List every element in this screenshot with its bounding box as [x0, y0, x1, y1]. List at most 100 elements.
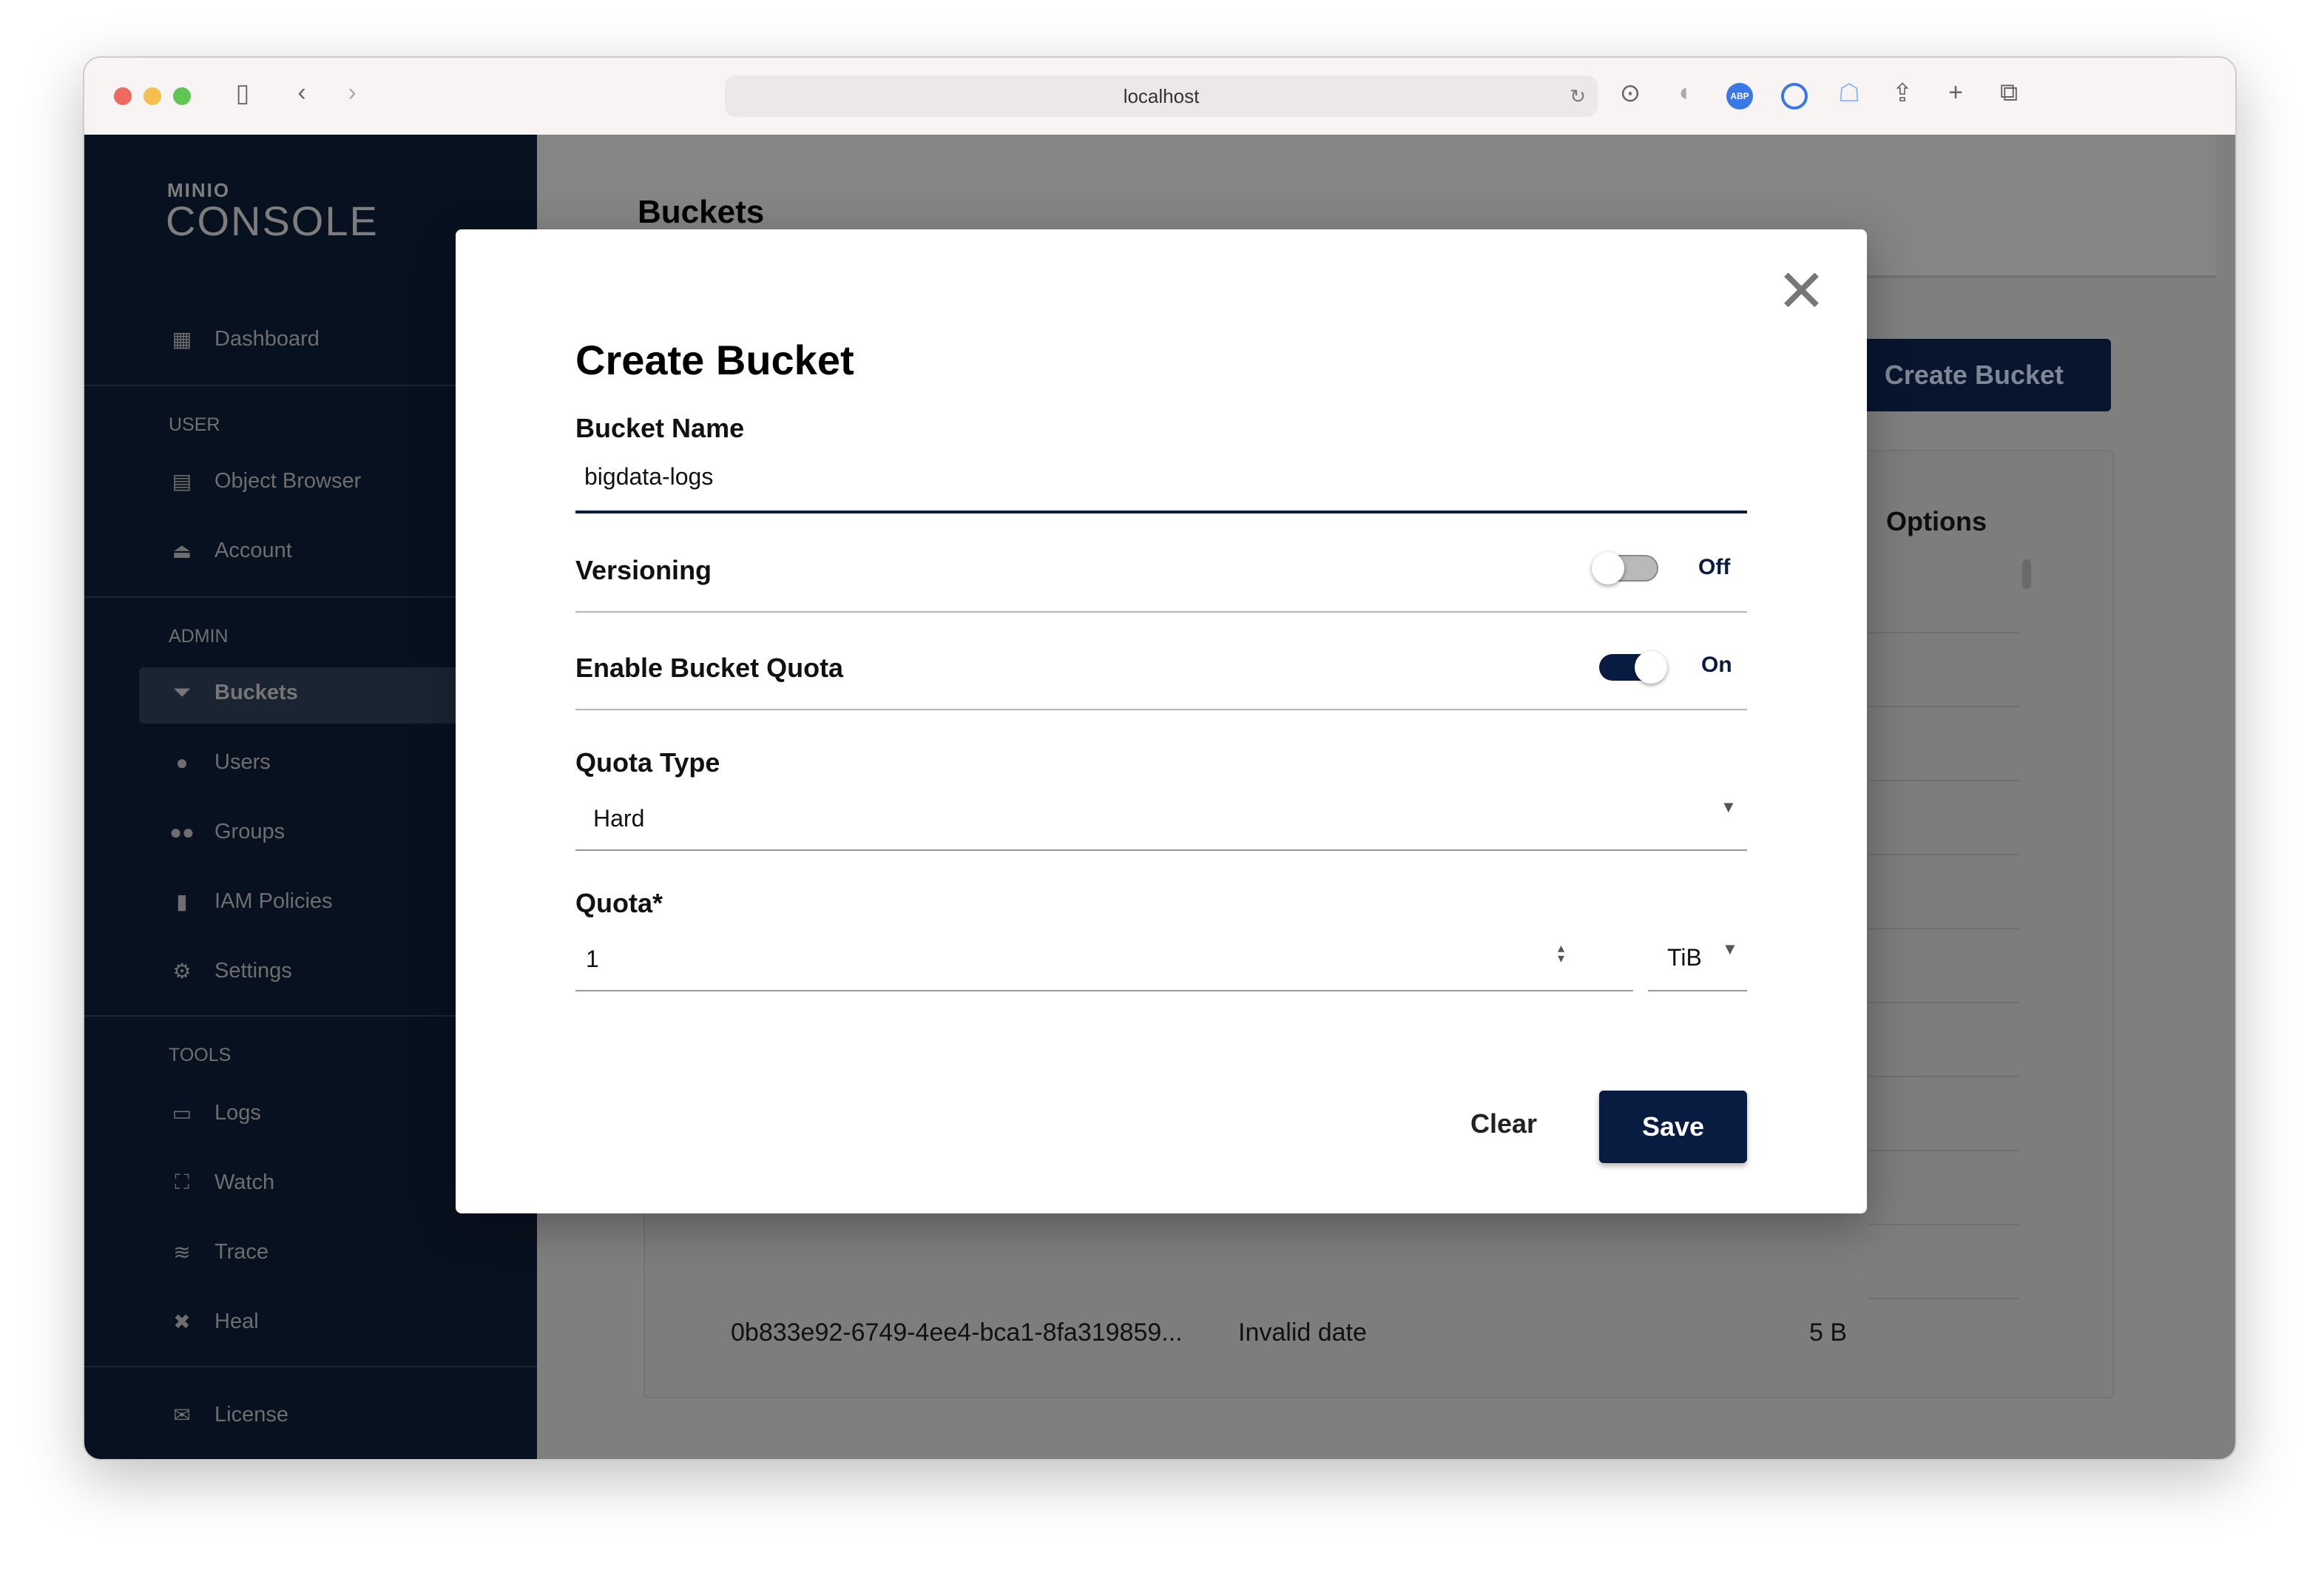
nav-label: Dashboard	[215, 327, 320, 351]
bucket-quota-label: Enable Bucket Quota	[575, 653, 844, 683]
sidebar-toggle-icon[interactable]: ▯	[226, 78, 259, 108]
license-icon: ✉	[173, 1404, 191, 1427]
address-bar[interactable]: localhost ↻	[725, 75, 1598, 117]
row-divider	[1868, 1076, 2019, 1077]
logs-icon: ▭	[172, 1102, 192, 1125]
bucket-quota-state: On	[1701, 653, 1732, 677]
section-tools: TOOLS	[169, 1045, 232, 1065]
watch-icon: ⛶	[175, 1171, 189, 1193]
new-tab-icon[interactable]: +	[1939, 78, 1972, 107]
quota-amount-value: 1	[586, 946, 599, 972]
nav-label: Trace	[215, 1240, 269, 1264]
shield-icon[interactable]: ◖	[1667, 78, 1700, 107]
sidebar-item-buckets[interactable]: ⏷ Buckets	[167, 681, 298, 705]
nav-label: Logs	[215, 1101, 261, 1125]
chevron-down-icon: ▼	[1720, 798, 1737, 816]
bucket-name-value: bigdata-logs	[584, 463, 714, 490]
ghost-icon[interactable]: ☖	[1833, 78, 1865, 108]
bucket-quota-toggle[interactable]	[1599, 651, 1667, 684]
settings-icon: ⚙	[172, 960, 192, 983]
sidebar-item-trace[interactable]: ≋ Trace	[167, 1240, 268, 1264]
sidebar-item-watch[interactable]: ⛶ Watch	[167, 1171, 274, 1195]
reload-icon[interactable]: ↻	[1570, 75, 1586, 117]
sidebar-item-object-browser[interactable]: ▤ Object Browser	[167, 469, 361, 494]
clear-button[interactable]: Clear	[1470, 1108, 1537, 1139]
tabs-overview-icon[interactable]: ⧉	[1993, 78, 2025, 107]
nav-label: IAM Policies	[215, 889, 333, 913]
row-divider	[1868, 1002, 2019, 1003]
adblock-icon[interactable]: ABP	[1726, 83, 1753, 110]
url-text: localhost	[1123, 85, 1200, 107]
nav-label: License	[215, 1403, 288, 1427]
versioning-label: Versioning	[575, 555, 712, 585]
share-icon[interactable]: ⇪	[1886, 78, 1919, 108]
section-admin: ADMIN	[169, 626, 229, 647]
row-name[interactable]: 0b833e92-6749-4ee4-bca1-8fa319859...	[731, 1318, 1183, 1347]
sidebar-item-account[interactable]: ⏏ Account	[167, 539, 292, 563]
sidebar-item-dashboard[interactable]: ▦ Dashboard	[167, 327, 320, 351]
browser-window: ▯ ‹ › localhost ↻ ⊙ ◖ ABP ☖ ⇪ + ⧉ MINIO C…	[83, 56, 2237, 1461]
scrollbar[interactable]	[2022, 559, 2031, 589]
download-icon[interactable]: ⊙	[1614, 78, 1646, 108]
quota-amount-input[interactable]: 1 ▴ ▾	[575, 937, 1633, 991]
zoom-window-button[interactable]	[173, 87, 191, 105]
bookmark-icon: ▮	[176, 890, 188, 913]
quota-type-select[interactable]: Hard ▼	[575, 795, 1747, 851]
bucket-name-input[interactable]: bigdata-logs	[575, 463, 1747, 513]
trace-icon: ≋	[173, 1241, 191, 1264]
sidebar-item-settings[interactable]: ⚙ Settings	[167, 959, 292, 983]
sidebar-item-iam-policies[interactable]: ▮ IAM Policies	[167, 889, 333, 914]
divider	[84, 1366, 537, 1367]
row-divider	[1868, 632, 2019, 633]
heal-icon: ✖	[173, 1310, 191, 1333]
divider	[575, 611, 1747, 613]
close-window-button[interactable]	[114, 87, 132, 105]
quota-unit-select[interactable]: TiB ▼	[1648, 937, 1747, 991]
dashboard-icon: ▦	[172, 328, 192, 351]
nav-label: Watch	[215, 1171, 275, 1194]
page-title: Buckets	[638, 194, 765, 230]
quota-type-label: Quota Type	[575, 747, 720, 778]
quota-unit-value: TiB	[1667, 944, 1702, 971]
sidebar-item-groups[interactable]: ●● Groups	[167, 820, 285, 844]
chevron-down-icon: ▼	[1722, 940, 1738, 958]
nav-label: Settings	[215, 959, 292, 983]
sidebar-item-heal[interactable]: ✖ Heal	[167, 1310, 259, 1334]
close-icon[interactable]: ✕	[1777, 262, 1826, 321]
sidebar-item-license[interactable]: ✉ License	[167, 1403, 288, 1427]
nav-label: Account	[215, 539, 292, 562]
row-divider	[1868, 1298, 2019, 1299]
dialog-title: Create Bucket	[575, 337, 854, 383]
nav-label: Users	[215, 750, 271, 774]
divider	[575, 709, 1747, 710]
row-divider	[1868, 928, 2019, 929]
options-header: Options	[1886, 506, 1987, 536]
password-manager-icon[interactable]	[1781, 83, 1808, 110]
row-size: 5 B	[1809, 1318, 1848, 1347]
sidebar-item-users[interactable]: ● Users	[167, 750, 271, 775]
nav-label: Heal	[215, 1310, 259, 1333]
spinner-icon[interactable]: ▴ ▾	[1558, 941, 1564, 965]
row-divider	[1868, 1224, 2019, 1225]
create-bucket-dialog: ✕ Create Bucket Bucket Name bigdata-logs…	[456, 229, 1867, 1213]
versioning-state: Off	[1698, 555, 1731, 579]
minimize-window-button[interactable]	[143, 87, 161, 105]
row-divider	[1868, 1150, 2019, 1151]
bucket-name-label: Bucket Name	[575, 413, 745, 443]
nav-label: Buckets	[215, 681, 298, 704]
back-icon[interactable]: ‹	[286, 78, 318, 107]
save-button[interactable]: Save	[1599, 1091, 1747, 1163]
group-icon: ●●	[169, 820, 195, 843]
create-bucket-button[interactable]: Create Bucket	[1839, 339, 2111, 411]
row-divider	[1868, 854, 2019, 855]
sidebar-item-logs[interactable]: ▭ Logs	[167, 1101, 261, 1125]
user-icon: ●	[175, 750, 189, 774]
row-date: Invalid date	[1238, 1318, 1367, 1347]
logo-console: CONSOLE	[166, 198, 379, 244]
versioning-toggle[interactable]	[1592, 552, 1658, 585]
bucket-icon: ⏷	[173, 681, 191, 704]
browser-toolbar: ▯ ‹ › localhost ↻ ⊙ ◖ ABP ☖ ⇪ + ⧉	[84, 58, 2235, 136]
bell-icon: ⏏	[172, 539, 192, 562]
forward-icon[interactable]: ›	[336, 78, 368, 107]
row-divider	[1868, 706, 2019, 707]
